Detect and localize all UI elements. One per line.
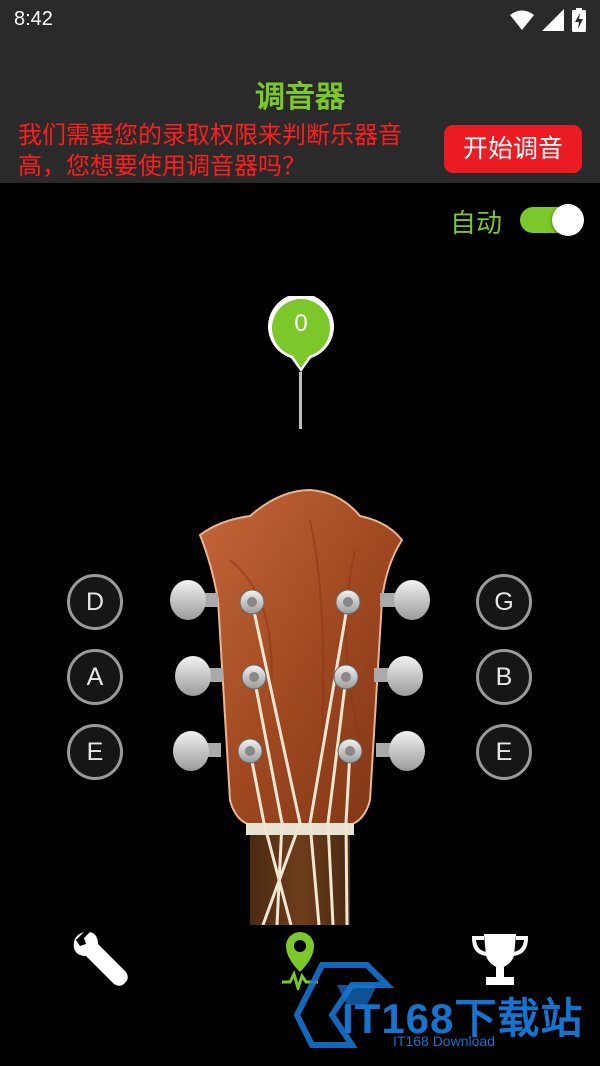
string-button-d[interactable]: D bbox=[67, 574, 123, 630]
auto-mode-toggle[interactable] bbox=[520, 204, 584, 236]
tuner-needle bbox=[299, 372, 302, 429]
string-button-a[interactable]: A bbox=[67, 649, 123, 705]
string-button-g[interactable]: G bbox=[476, 574, 532, 630]
auto-mode-label: 自动 bbox=[450, 209, 503, 239]
status-bar: 8:42 bbox=[0, 0, 600, 40]
status-icons bbox=[510, 8, 586, 32]
watermark-subtext: IT168 Download bbox=[393, 1033, 495, 1049]
string-button-high-e[interactable]: E bbox=[476, 724, 532, 780]
header: 调音器 我们需要您的录取权限来判断乐器音高，您想要使用调音器吗？ 开始调音 bbox=[0, 40, 600, 183]
wifi-icon bbox=[510, 10, 534, 30]
string-button-b[interactable]: B bbox=[476, 649, 532, 705]
toggle-knob bbox=[552, 204, 584, 236]
app-title: 调音器 bbox=[255, 80, 345, 115]
guitar-headstock bbox=[170, 488, 430, 925]
status-time: 8:42 bbox=[14, 8, 53, 30]
permission-message: 我们需要您的录取权限来判断乐器音高，您想要使用调音器吗？ bbox=[18, 121, 402, 180]
string-button-low-e[interactable]: E bbox=[67, 724, 123, 780]
signal-icon bbox=[542, 9, 564, 31]
start-tuning-button[interactable]: 开始调音 bbox=[444, 125, 582, 173]
battery-icon bbox=[572, 8, 586, 32]
wrench-icon[interactable] bbox=[70, 928, 132, 990]
tuner-value: 0 bbox=[294, 310, 308, 337]
